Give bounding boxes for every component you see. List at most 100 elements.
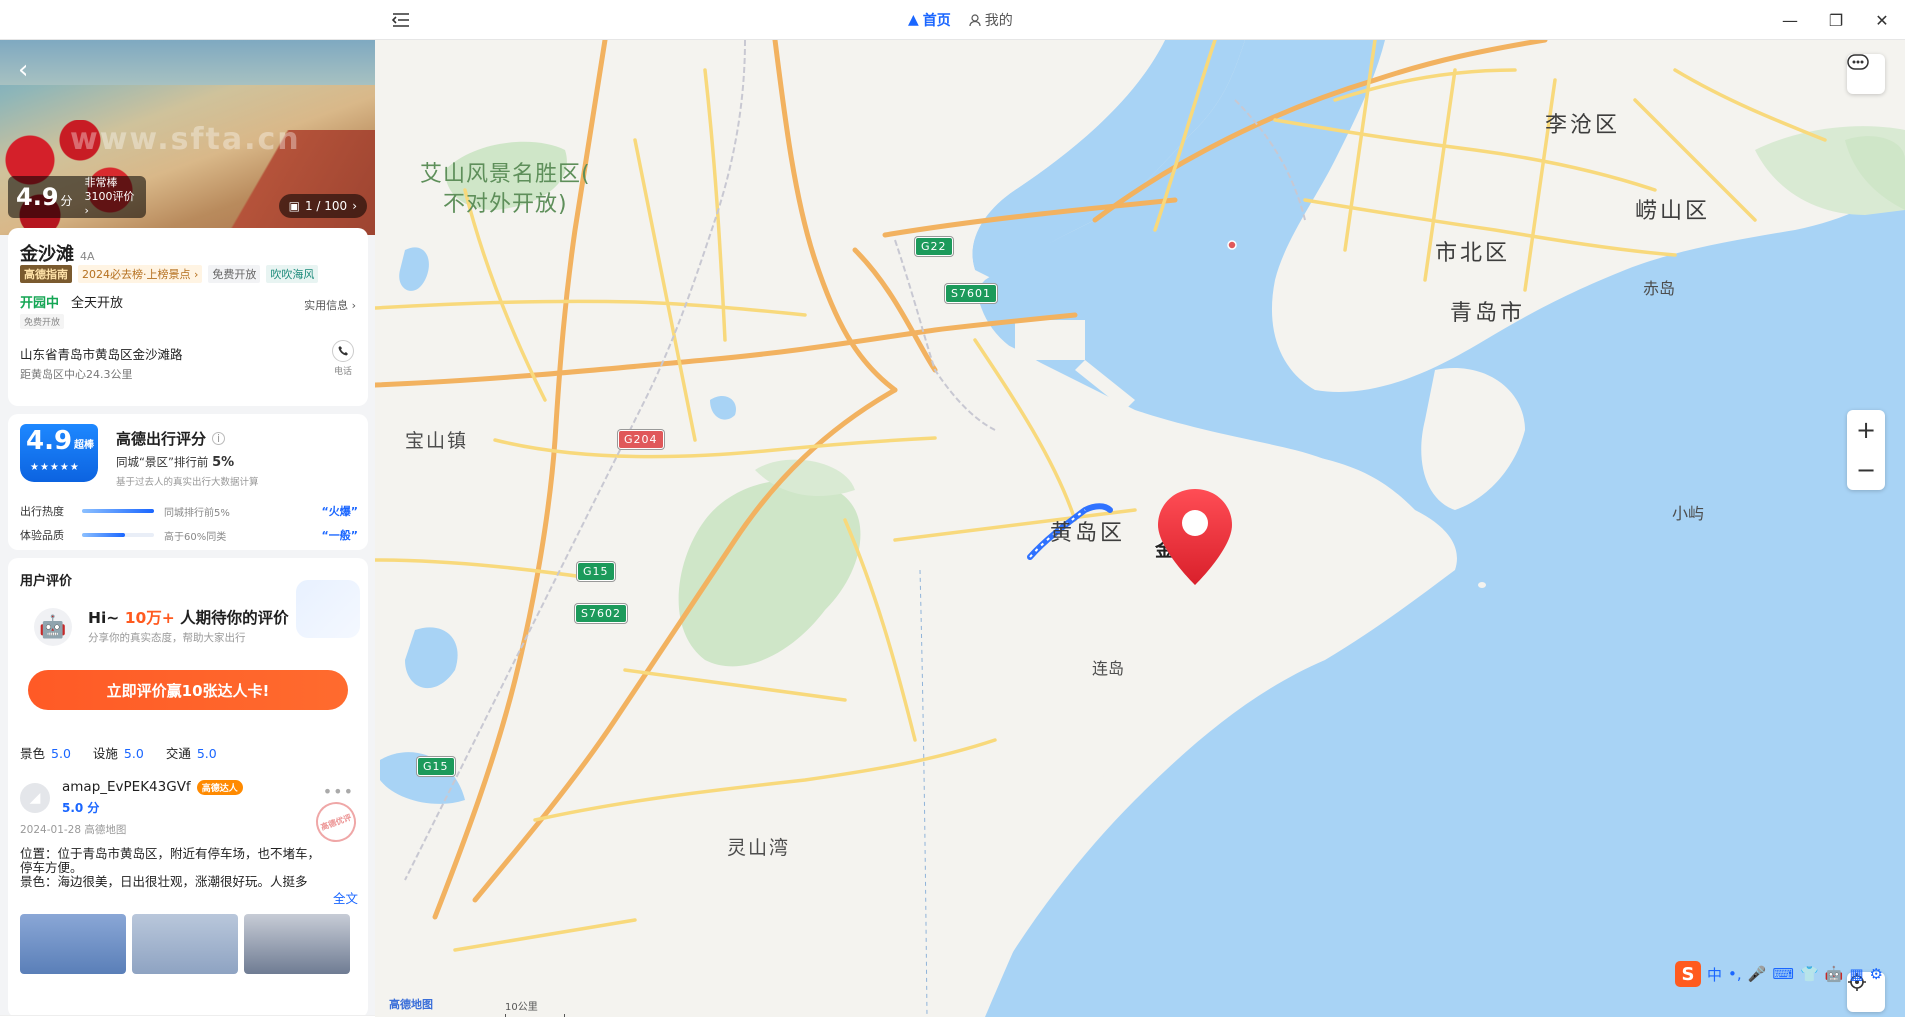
location-pin-icon[interactable] [1150, 485, 1240, 595]
review-greeting-sub: 分享你的真实态度，帮助大家出行 [88, 632, 246, 644]
more-tools-icon[interactable] [1847, 54, 1885, 94]
tab-mine-label: 我的 [984, 13, 1013, 29]
user-avatar[interactable]: ◢ [20, 783, 50, 813]
map-label-baoshan[interactable]: 宝山镇 [405, 426, 468, 453]
review-text-line: 景色：海边很美，日出很壮观，涨潮很好玩。人挺多 [20, 874, 308, 889]
poi-distance: 距黄岛区中心24.3公里 [20, 368, 133, 381]
review-date: 2024-01-28 高德地图 [20, 824, 127, 836]
hero-photo[interactable]: www.sfta.cn ‹ 4.9 分 非常棒 3100评价 › ▣ 1 / 1… [0, 40, 375, 235]
hero-score-unit: 分 [60, 193, 73, 208]
map-label-licang[interactable]: 李沧区 [1545, 107, 1620, 139]
grid-icon[interactable]: ▦ [1849, 965, 1863, 983]
zoom-in-icon[interactable]: + [1847, 410, 1885, 450]
sogou-ime-icon[interactable]: S [1675, 961, 1701, 987]
metric-note: 同城排行前5% [164, 507, 230, 519]
reviews-decoration [296, 580, 360, 638]
microphone-icon[interactable]: 🎤 [1748, 965, 1767, 983]
tab-mine[interactable]: 我的 [969, 10, 1013, 30]
review-photo[interactable] [132, 914, 238, 974]
user-icon [969, 13, 981, 26]
write-review-button[interactable]: 立即评价赢10张达人卡! [28, 670, 348, 710]
subscore-transport: 交通 5.0 [166, 743, 217, 762]
greeting-prefix: Hi~ [88, 609, 120, 627]
ime-toolbar: S 中 •, 🎤 ⌨ 👕 🤖 ▦ ⚙ [1675, 960, 1883, 988]
layers-control [1847, 54, 1885, 94]
info-icon[interactable]: i [212, 432, 226, 445]
open-status: 开园中 [20, 296, 60, 311]
open-hours: 全天开放 [71, 296, 124, 311]
review-photo[interactable] [20, 914, 126, 974]
rating-rank-value: 5% [212, 455, 235, 470]
subscore-label: 景色 [20, 746, 46, 761]
subscores: 景色 5.0 设施 5.0 交通 5.0 [20, 743, 217, 762]
reviewer-name[interactable]: amap_EvPEK43GVf [62, 779, 191, 795]
minimize-icon[interactable]: — [1767, 0, 1813, 40]
map-label-qingdao[interactable]: 青岛市 [1450, 295, 1525, 327]
rating-rank: 同城“景区”排行前 5% [116, 454, 234, 470]
robot-icon[interactable]: 🤖 [1825, 965, 1844, 983]
zoom-out-icon[interactable]: − [1847, 450, 1885, 490]
phone-button[interactable]: 电话 [330, 340, 356, 377]
tab-home-label: 首页 [922, 13, 951, 29]
map-label-shibei[interactable]: 市北区 [1435, 235, 1510, 267]
collapse-panel-icon[interactable] [390, 10, 412, 30]
practical-info-label: 实用信息 [304, 299, 349, 312]
metric-bar [82, 509, 154, 513]
map-label-aishan: 艾山风景名胜区( 不对外开放) [420, 160, 591, 220]
tab-home[interactable]: ▲ 首页 [908, 10, 951, 30]
skin-icon[interactable]: 👕 [1800, 965, 1819, 983]
hero-score-badge[interactable]: 4.9 分 非常棒 3100评价 › [8, 176, 146, 218]
map-label-lingshanwan[interactable]: 灵山湾 [727, 833, 790, 860]
rating-level: 超棒 [74, 440, 94, 451]
metric-value: “一般” [321, 529, 358, 542]
poi-grade: 4A [80, 250, 95, 263]
subscore-facilities: 设施 5.0 [93, 743, 144, 762]
road-shield: S7602 [575, 604, 627, 623]
zoom-control: + − [1847, 410, 1885, 490]
more-options-icon[interactable]: ••• [323, 782, 354, 801]
review-score: 5.0 分 [62, 801, 100, 815]
poi-name: 金沙滩 [20, 244, 74, 265]
review-greeting: Hi~ 10万+ 人期待你的评价 [88, 606, 289, 628]
road-shield: G22 [915, 237, 953, 256]
map-label-chidao[interactable]: 赤岛 [1643, 275, 1675, 299]
review-photo[interactable] [244, 914, 350, 974]
metric-label: 体验品质 [20, 529, 64, 542]
poi-detail-panel: www.sfta.cn ‹ 4.9 分 非常棒 3100评价 › ▣ 1 / 1… [0, 40, 375, 1017]
photo-counter[interactable]: ▣ 1 / 100 › [278, 194, 367, 218]
subscore-value: 5.0 [196, 746, 217, 761]
metric-value: “火爆” [321, 505, 358, 518]
greeting-hot: 10万+ [124, 609, 175, 627]
rating-score: 4.9 [26, 426, 73, 456]
metric-row-quality: 体验品质 高于60%同类 “一般” [20, 527, 358, 543]
practical-info-link[interactable]: 实用信息 › [304, 297, 356, 313]
map-label-huangdao[interactable]: 黄岛区 [1050, 515, 1125, 547]
hero-sea [0, 40, 375, 85]
navigation-arrow-icon: ▲ [908, 12, 919, 28]
read-full-link[interactable]: 全文 [328, 888, 358, 907]
restore-icon[interactable]: ❐ [1813, 0, 1859, 40]
map-label-liandao[interactable]: 连岛 [1092, 655, 1124, 679]
rating-basis: 基于过去人的真实出行大数据计算 [116, 477, 259, 488]
settings-icon[interactable]: ⚙ [1870, 965, 1883, 983]
keyboard-icon[interactable]: ⌨ [1772, 965, 1794, 983]
image-icon: ▣ [288, 199, 300, 213]
road-shield: G15 [417, 757, 455, 776]
map-label-laoshan[interactable]: 崂山区 [1635, 193, 1710, 225]
free-badge: 免费开放 [20, 314, 65, 329]
back-icon[interactable]: ‹ [18, 56, 46, 84]
phone-label: 电话 [333, 367, 352, 377]
poi-address: 山东省青岛市黄岛区金沙滩路 [20, 347, 183, 362]
ime-mode[interactable]: 中 [1707, 964, 1722, 985]
tag-feature: 吹吹海风 [266, 265, 319, 283]
map-label-xiaoyu[interactable]: 小屿 [1672, 500, 1704, 524]
tag-rank[interactable]: 2024必去榜·上榜景点 › [78, 265, 203, 283]
reviewer: amap_EvPEK43GVf 高德达人 [62, 779, 243, 795]
rating-badge: 4.9 超棒 ★★★★★ [20, 424, 98, 482]
reviewer-badge: 高德达人 [196, 779, 243, 795]
ime-punct[interactable]: •, [1728, 965, 1742, 983]
poi-info-card: 金沙滩 4A 高德指南 2024必去榜·上榜景点 › 免费开放 吹吹海风 开园中… [8, 228, 368, 406]
map-canvas[interactable]: 艾山风景名胜区( 不对外开放) 李沧区 崂山区 市北区 青岛市 赤岛 宝山镇 黄… [375, 40, 1905, 1017]
metric-label: 出行热度 [20, 505, 64, 518]
close-icon[interactable]: ✕ [1859, 0, 1905, 40]
